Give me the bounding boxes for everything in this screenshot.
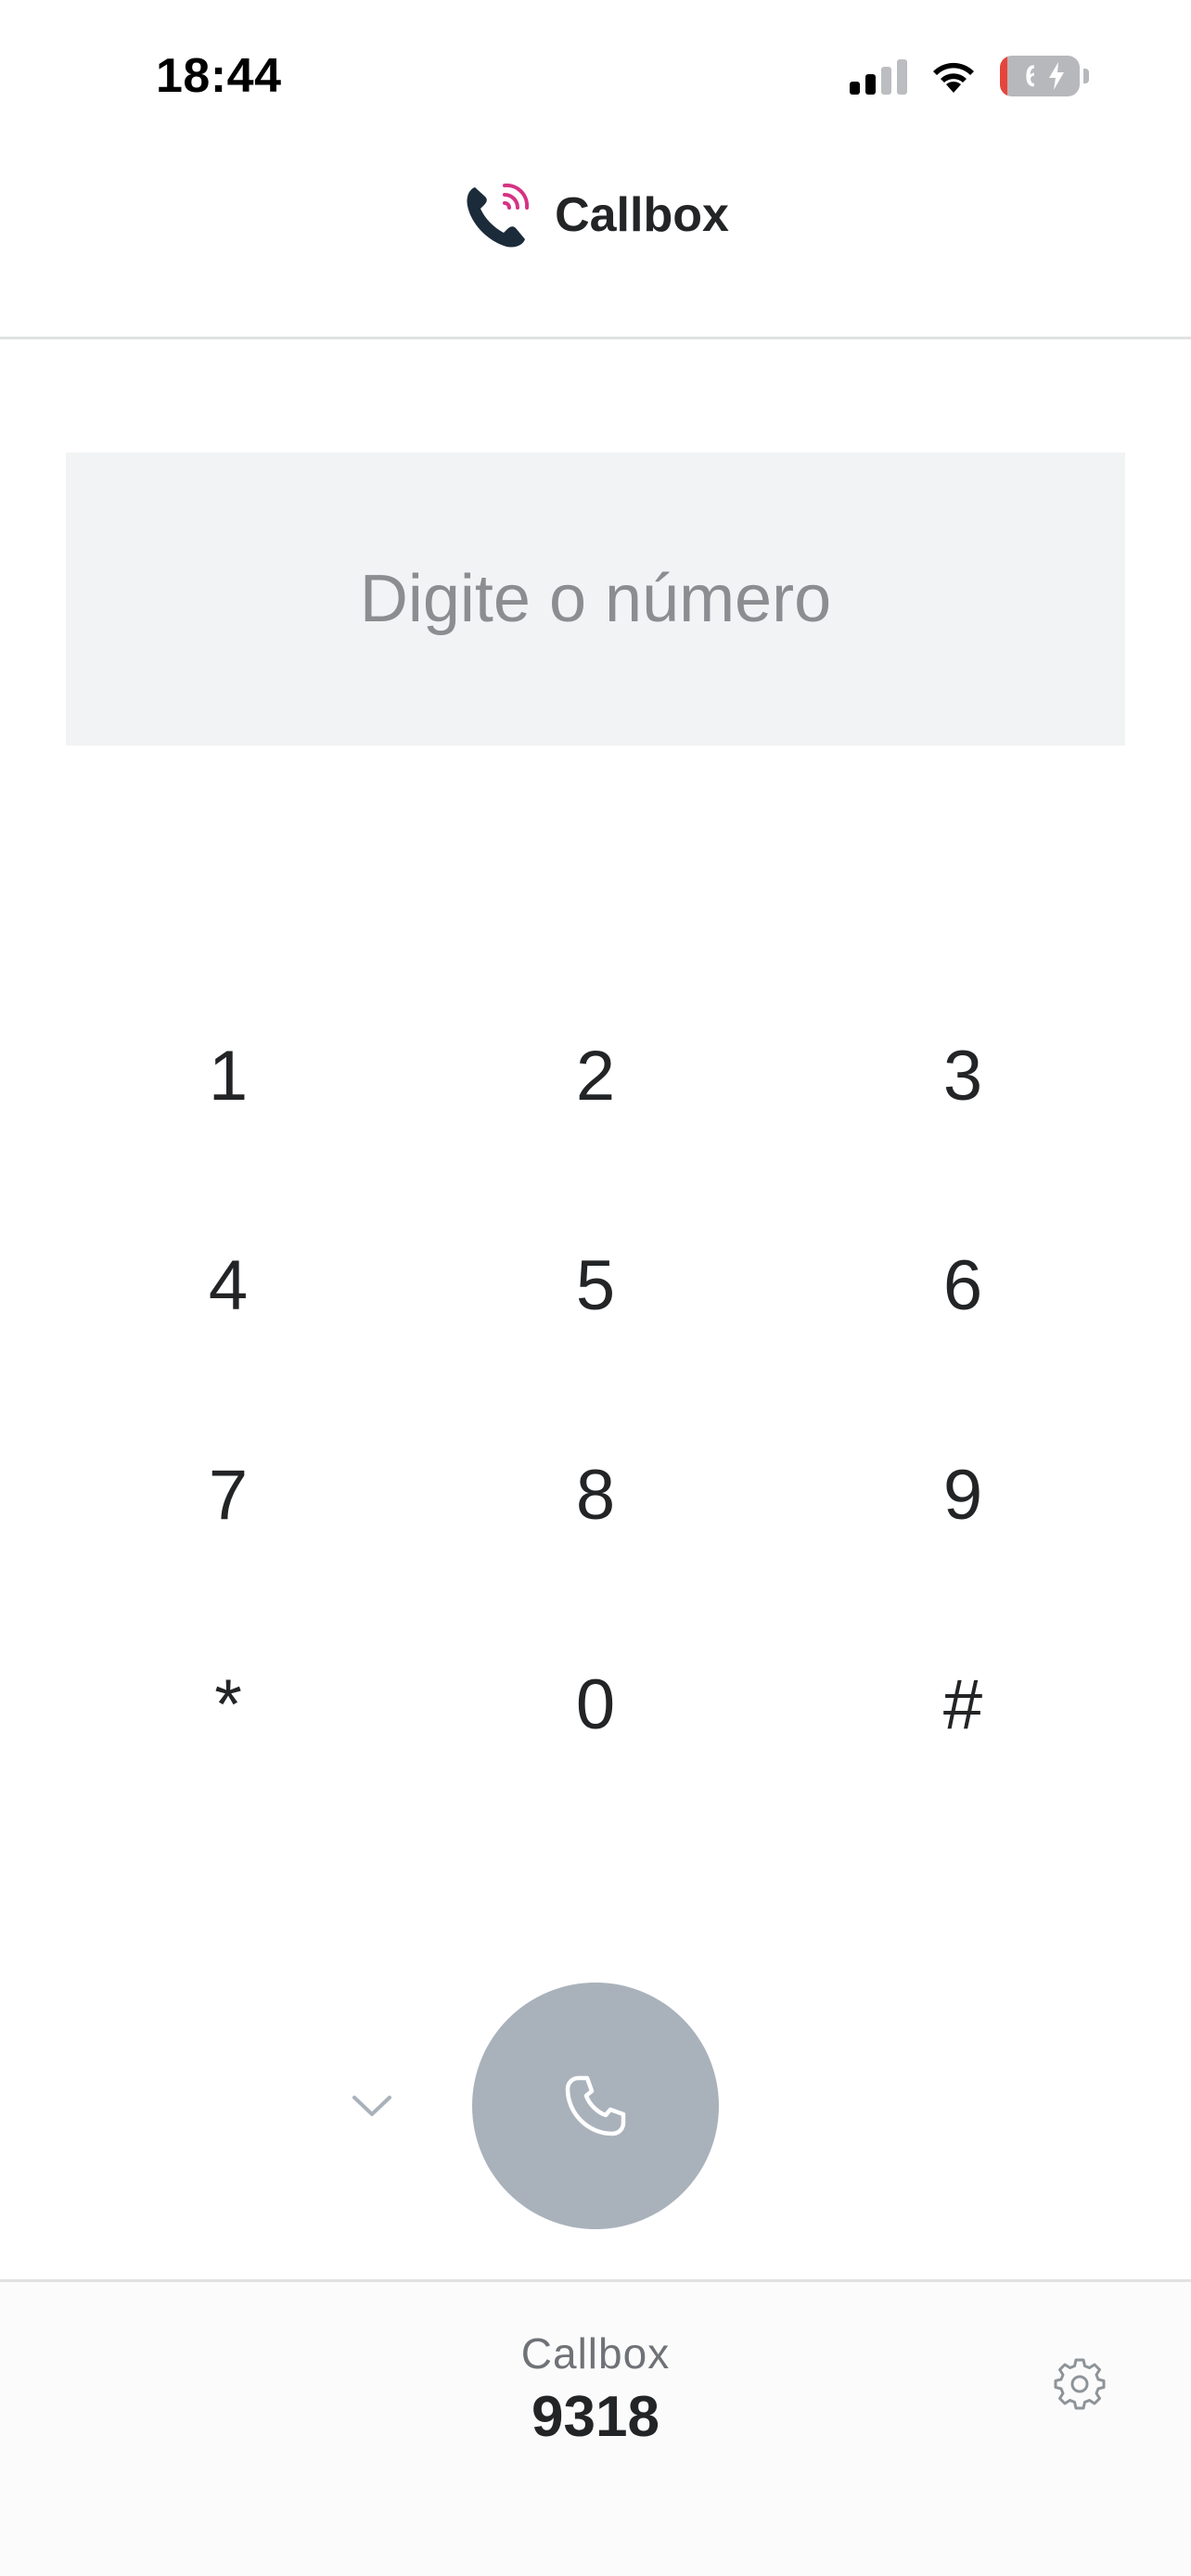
status-icons: 64 [850, 56, 1089, 96]
brand: Callbox [462, 178, 729, 252]
gear-icon [1054, 2358, 1106, 2410]
cellular-signal-icon [850, 57, 907, 95]
collapse-keypad-button[interactable] [339, 2073, 404, 2138]
key-8[interactable]: 8 [493, 1421, 698, 1569]
battery-tip [1083, 69, 1089, 83]
account-label: Callbox [520, 2329, 671, 2378]
phone-number-input[interactable] [66, 453, 1125, 746]
key-star[interactable]: * [126, 1630, 330, 1779]
key-1[interactable]: 1 [126, 1001, 330, 1150]
key-0[interactable]: 0 [493, 1630, 698, 1779]
chevron-down-icon [352, 2096, 391, 2116]
key-6[interactable]: 6 [861, 1211, 1065, 1359]
settings-button[interactable] [1052, 2356, 1108, 2412]
key-hash[interactable]: # [861, 1630, 1065, 1779]
key-7[interactable]: 7 [126, 1421, 330, 1569]
extension-number: 9318 [531, 2385, 660, 2449]
battery-icon: 64 [1000, 56, 1080, 96]
call-button[interactable] [472, 1983, 719, 2229]
phone-ringing-icon [467, 183, 530, 248]
account-info: Callbox 9318 [0, 2328, 1191, 2450]
footer: Callbox 9318 [0, 2279, 1191, 2576]
key-5[interactable]: 5 [493, 1211, 698, 1359]
key-3[interactable]: 3 [861, 1001, 1065, 1150]
wifi-icon [933, 62, 974, 93]
phone-icon [565, 2075, 626, 2136]
app-header: Callbox [0, 148, 1191, 339]
app-title: Callbox [555, 188, 729, 242]
status-time: 18:44 [156, 49, 282, 103]
charging-bolt-icon [1049, 62, 1064, 90]
key-9[interactable]: 9 [861, 1421, 1065, 1569]
status-bar: 18:44 64 [0, 0, 1191, 148]
key-4[interactable]: 4 [126, 1211, 330, 1359]
key-2[interactable]: 2 [493, 1001, 698, 1150]
